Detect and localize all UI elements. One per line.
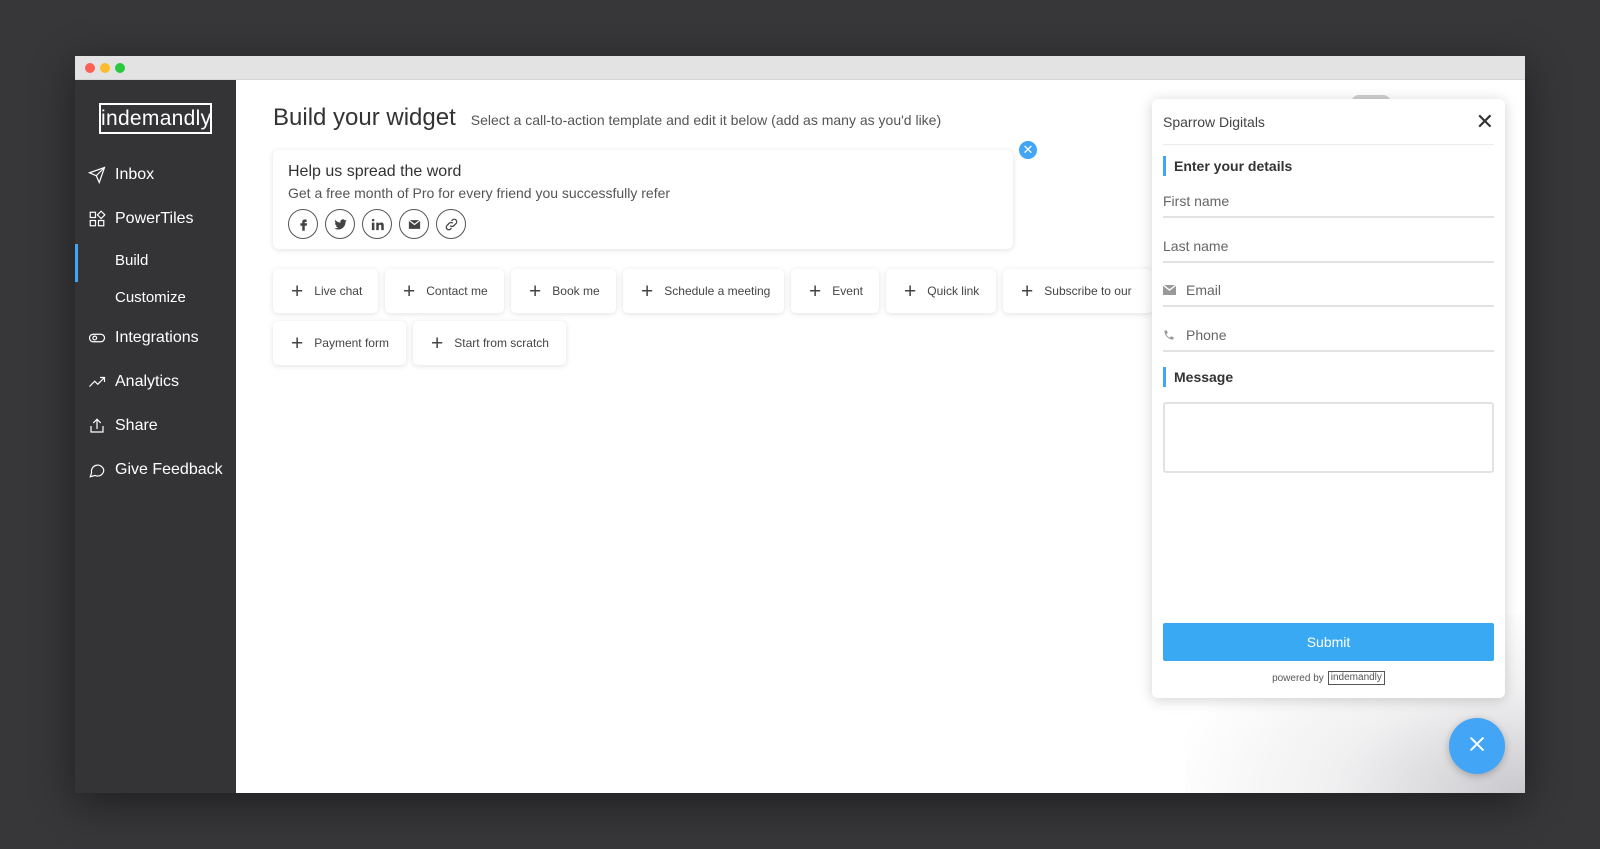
plus-icon: + [291, 279, 304, 303]
powered-by: powered by indemandly [1152, 671, 1505, 685]
page-subtitle: Select a call-to-action template and edi… [470, 112, 942, 128]
template-label: Subscribe to our [1044, 284, 1132, 298]
sidebar-item-build[interactable]: Build [75, 244, 236, 282]
email-field[interactable]: Email [1163, 274, 1494, 307]
referral-title: Help us spread the word [288, 163, 462, 180]
chat-icon [88, 461, 106, 479]
sidebar-item-label: Build [115, 251, 149, 269]
last-name-field[interactable]: Last name [1163, 230, 1494, 263]
widget-toggle-button[interactable] [1449, 718, 1505, 774]
sidebar-item-label: PowerTiles [115, 210, 194, 227]
trend-icon [88, 373, 106, 391]
sidebar-item-label: Share [115, 417, 158, 434]
send-icon [88, 166, 106, 184]
plus-icon: + [431, 331, 444, 355]
template-label: Payment form [314, 336, 389, 350]
powered-by-text: powered by [1272, 672, 1324, 684]
referral-card: Help us spread the word Get a free month… [273, 150, 1013, 249]
share-icon [88, 417, 106, 435]
powered-by-logo[interactable]: indemandly [1327, 671, 1385, 685]
plus-icon: + [529, 279, 542, 303]
email-icon[interactable] [399, 209, 429, 239]
phone-icon [1163, 329, 1177, 341]
grid-icon [88, 210, 106, 228]
submit-button[interactable]: Submit [1163, 623, 1494, 661]
referral-description: Get a free month of Pro for every friend… [288, 185, 671, 201]
plus-icon: + [291, 331, 304, 355]
sidebar-item-integrations[interactable]: Integrations [75, 321, 236, 355]
twitter-icon[interactable] [325, 209, 355, 239]
sidebar-item-customize[interactable]: Customize [75, 281, 236, 313]
template-label: Live chat [314, 284, 363, 298]
template-contact-me[interactable]: + Contact me [385, 269, 504, 313]
logo[interactable]: indemandly [99, 103, 212, 134]
template-label: Book me [552, 284, 600, 298]
close-icon [1466, 733, 1488, 760]
sidebar-item-powertiles[interactable]: PowerTiles [75, 202, 236, 236]
template-event[interactable]: + Event [791, 269, 879, 313]
template-live-chat[interactable]: + Live chat [273, 269, 378, 313]
widget-company-name: Sparrow Digitals [1163, 113, 1265, 130]
close-window-button[interactable] [85, 63, 95, 73]
link-icon[interactable] [436, 209, 466, 239]
facebook-icon[interactable] [288, 209, 318, 239]
phone-field[interactable]: Phone [1163, 319, 1494, 352]
template-quick-link[interactable]: + Quick link [886, 269, 996, 313]
envelope-icon [1163, 284, 1177, 295]
template-label: Start from scratch [454, 336, 549, 350]
plus-icon: + [1021, 279, 1034, 303]
close-icon[interactable]: ✕ [1476, 110, 1494, 133]
sidebar-item-share[interactable]: Share [75, 409, 236, 443]
plus-icon: + [904, 279, 917, 303]
first-name-field[interactable]: First name [1163, 185, 1494, 218]
email-placeholder: Email [1186, 281, 1222, 298]
message-textarea[interactable] [1163, 402, 1494, 473]
share-buttons [288, 209, 466, 239]
phone-placeholder: Phone [1186, 326, 1227, 343]
plus-icon: + [403, 279, 416, 303]
widget-preview: Sparrow Digitals ✕ Enter your details Fi… [1152, 99, 1505, 698]
plus-icon: + [641, 279, 654, 303]
sidebar-item-label: Customize [115, 288, 186, 306]
title-bar [75, 56, 1525, 80]
toggle-icon [88, 329, 106, 347]
sidebar-item-label: Analytics [115, 373, 180, 390]
template-book-me[interactable]: + Book me [511, 269, 616, 313]
template-payment-form[interactable]: + Payment form [273, 321, 406, 365]
template-schedule-meeting[interactable]: + Schedule a meeting [623, 269, 784, 313]
plus-icon: + [809, 279, 822, 303]
widget-header: Sparrow Digitals ✕ [1163, 99, 1494, 145]
sidebar-item-label: Integrations [115, 329, 199, 346]
template-label: Schedule a meeting [664, 284, 771, 298]
page-title: Build your widget [273, 104, 456, 131]
last-name-placeholder: Last name [1163, 237, 1229, 254]
first-name-placeholder: First name [1163, 192, 1230, 209]
sidebar-item-label: Inbox [115, 166, 155, 183]
template-label: Contact me [426, 284, 488, 298]
sidebar-item-inbox[interactable]: Inbox [75, 158, 236, 192]
template-start-from-scratch[interactable]: + Start from scratch [413, 321, 566, 365]
sidebar-item-label: Give Feedback [115, 461, 223, 478]
dismiss-referral-button[interactable]: ✕ [1017, 139, 1039, 161]
close-icon: ✕ [1022, 142, 1034, 157]
section-message-label: Message [1163, 367, 1233, 387]
sidebar-item-analytics[interactable]: Analytics [75, 365, 236, 399]
template-label: Event [832, 284, 863, 298]
sidebar: indemandly Inbox PowerTiles Build Custom… [75, 80, 236, 793]
minimize-window-button[interactable] [100, 63, 110, 73]
zoom-window-button[interactable] [115, 63, 125, 73]
linkedin-icon[interactable] [362, 209, 392, 239]
template-label: Quick link [927, 284, 980, 298]
section-details-label: Enter your details [1163, 156, 1292, 176]
template-subscribe[interactable]: + Subscribe to our [1003, 269, 1153, 313]
page-heading: Build your widget Select a call-to-actio… [273, 104, 941, 132]
sidebar-item-give-feedback[interactable]: Give Feedback [75, 453, 236, 487]
